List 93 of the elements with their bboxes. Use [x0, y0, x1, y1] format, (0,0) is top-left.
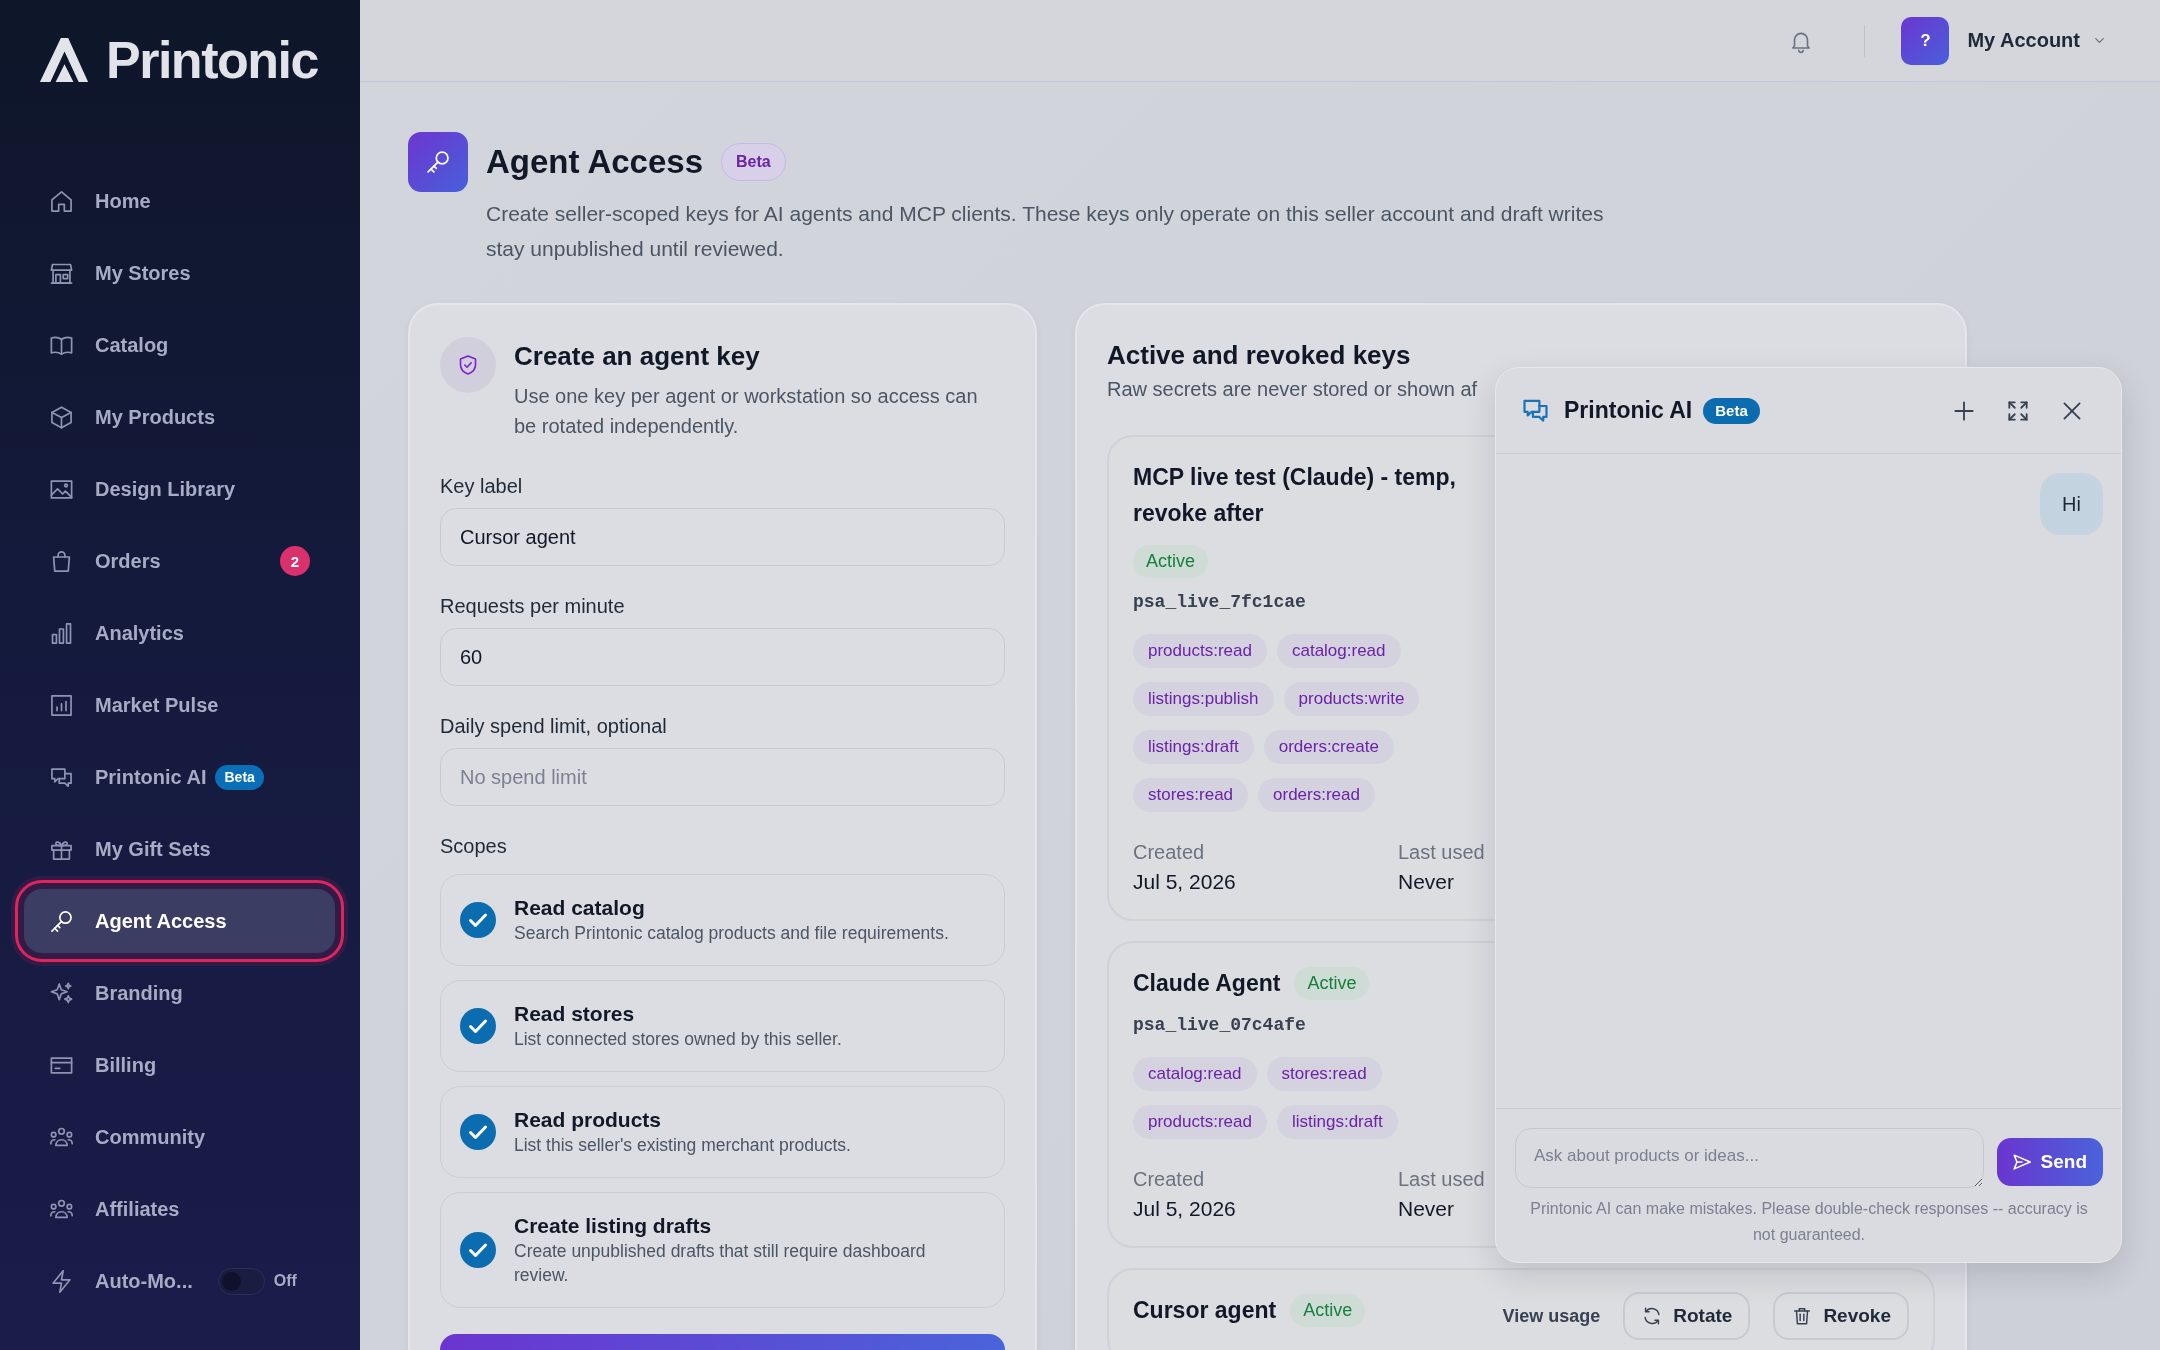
check-circle-icon[interactable] [460, 1008, 496, 1044]
scope-tag: products:read [1133, 1105, 1267, 1139]
count-badge: 2 [280, 546, 310, 576]
scope-description: Search Printonic catalog products and file requirements. [514, 922, 949, 945]
scope-description: List connected stores owned by this seller. [514, 1028, 842, 1051]
scope-tag: listings:draft [1133, 730, 1254, 764]
nav-item[interactable]: Catalog [24, 313, 335, 377]
status-badge: Active [1294, 966, 1370, 1000]
page-title: Agent Access [486, 142, 704, 182]
view-usage-link[interactable]: View usage [1502, 1305, 1601, 1327]
created-label: Created [1133, 840, 1205, 865]
nav-item[interactable]: Billing [24, 1033, 335, 1097]
scope-option[interactable]: Create listing drafts Create unpublished drafts that still require dashboard review. [440, 1192, 1005, 1308]
disclaimer-text: Printonic AI can make mistakes. Please double-check responses -- accuracy is not guaranteed. [1529, 1199, 2089, 1245]
scope-tag: stores:read [1133, 778, 1249, 812]
nav-item[interactable]: Auto-Mo... [24, 1249, 218, 1313]
scope-title: Read products [514, 1107, 662, 1133]
text-input[interactable]: 60 [440, 628, 1005, 686]
avatar[interactable]: ? [1901, 16, 1950, 65]
key-name: Claude Agent [1133, 969, 1281, 998]
key-icon [408, 132, 468, 192]
check-circle-icon[interactable] [460, 1232, 496, 1268]
key-prefix: psa_live_07c4afe [1133, 1014, 1306, 1037]
nav-item[interactable]: Branding [24, 961, 335, 1025]
rotate-button[interactable]: Rotate [1623, 1292, 1751, 1340]
nav-item[interactable]: Affiliates [24, 1177, 335, 1241]
nav-item[interactable]: My Gift Sets [24, 817, 335, 881]
nav-item[interactable]: Market Pulse [24, 673, 335, 737]
scope-option[interactable]: Read products List this seller's existing merchant products. [440, 1086, 1005, 1178]
card-description: Raw secrets are never stored or shown af [1107, 377, 1478, 402]
last-used-value: Never [1398, 1196, 1455, 1222]
revoke-button[interactable]: Revoke [1773, 1292, 1909, 1340]
scope-option[interactable]: Read stores List connected stores owned by this seller. [440, 980, 1005, 1072]
beta-badge: Beta [1703, 397, 1760, 424]
nav-item[interactable]: My Products [24, 385, 335, 449]
nav-item[interactable]: Orders 2 [24, 529, 335, 593]
logo-mark-icon [38, 38, 90, 82]
created-date: Jul 5, 2026 [1133, 869, 1236, 895]
text-input[interactable]: Cursor agent [440, 508, 1005, 566]
toggle-state-label: Off [273, 1272, 297, 1290]
scope-tag: orders:create [1263, 730, 1394, 764]
scope-tag: products:write [1283, 682, 1420, 716]
card-title: Active and revoked keys [1107, 339, 1411, 372]
scope-title: Read stores [514, 1001, 635, 1027]
key-name: Cursor agent [1133, 1296, 1277, 1325]
created-label: Created [1133, 1167, 1205, 1192]
last-used-label: Last used [1398, 840, 1485, 865]
beta-badge: Beta [215, 764, 264, 790]
check-circle-icon[interactable] [460, 902, 496, 938]
send-button[interactable]: Send [1996, 1138, 2103, 1186]
scope-description: List this seller's existing merchant products. [514, 1134, 851, 1157]
status-badge: Active [1290, 1293, 1366, 1327]
beta-badge: Beta [721, 143, 786, 181]
scope-title: Read catalog [514, 895, 645, 921]
scope-tag: products:read [1133, 634, 1267, 668]
scope-tag: orders:read [1258, 778, 1375, 812]
nav-item[interactable]: My Stores [24, 241, 335, 305]
created-date: Jul 5, 2026 [1133, 1196, 1236, 1222]
cube-icon [48, 403, 75, 431]
scope-tag: stores:read [1266, 1057, 1382, 1091]
card-title: Create an agent key [514, 340, 761, 373]
check-circle-icon[interactable] [460, 1114, 496, 1150]
message-input[interactable]: Ask about products or ideas... [1515, 1128, 1984, 1188]
chat-title: Printonic AI [1564, 397, 1693, 424]
nav-item[interactable]: Design Library [24, 457, 335, 521]
nav-item[interactable]: Home [24, 169, 335, 233]
last-used-value: Never [1398, 869, 1455, 895]
section-label: Scopes [440, 834, 507, 859]
key-name: MCP live test (Claude) - temp, revoke after [1133, 463, 1457, 528]
account-name[interactable]: My Account [1967, 29, 2080, 52]
scope-tag: catalog:read [1276, 634, 1401, 668]
field-label: Requests per minute [440, 594, 625, 619]
scope-tag: catalog:read [1133, 1057, 1257, 1091]
scope-description: Create unpublished drafts that still require dashboard review. [514, 1240, 927, 1287]
scope-tag: listings:draft [1276, 1105, 1398, 1139]
key-prefix: psa_live_7fc1cae [1133, 591, 1306, 614]
nav-item[interactable]: Printonic AI Beta [24, 745, 335, 809]
scope-title: Create listing drafts [514, 1213, 712, 1239]
text-input[interactable]: No spend limit [440, 748, 1005, 806]
nav-item[interactable]: Community [24, 1105, 335, 1169]
status-badge: Active [1133, 545, 1209, 578]
message-bubble: Hi [2040, 473, 2103, 535]
nav-item[interactable]: Analytics [24, 601, 335, 665]
toggle-switch[interactable] [217, 1267, 265, 1295]
logo-text: Printonic [106, 38, 318, 82]
last-used-label: Last used [1398, 1167, 1485, 1192]
page-description: Create seller-scoped keys for AI agents and MCP clients. These keys only operate on this seller account and draft writes stay unpublished until reviewed. [486, 201, 1605, 262]
field-label: Daily spend limit, optional [440, 714, 667, 739]
scope-tag: listings:publish [1133, 682, 1274, 716]
card-description: Use one key per agent or workstation so access can be rotated independently. [514, 384, 979, 439]
field-label: Key label [440, 474, 523, 499]
scope-option[interactable]: Read catalog Search Printonic catalog products and file requirements. [440, 874, 1005, 966]
shield-check-icon [440, 337, 496, 393]
